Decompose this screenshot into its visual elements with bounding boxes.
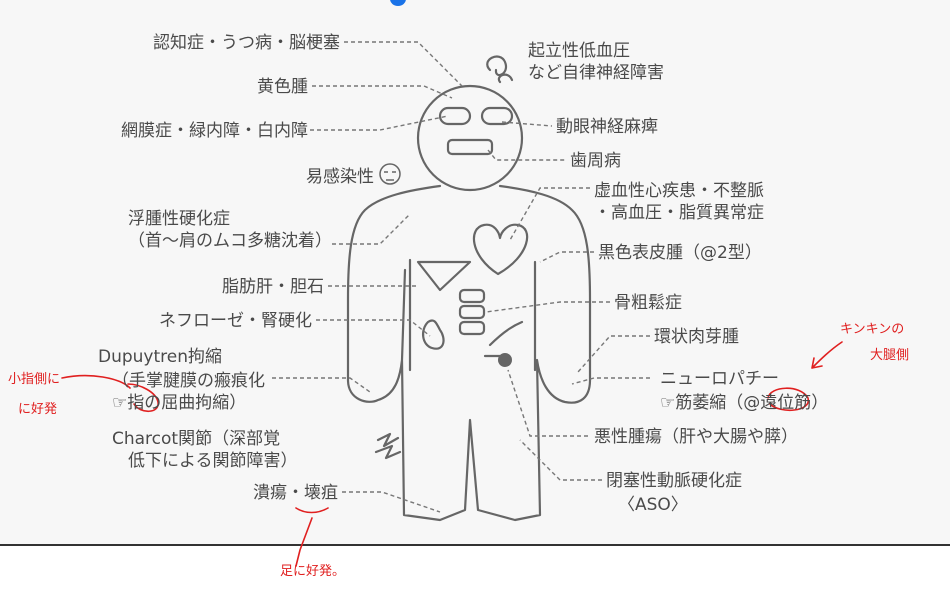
label-scleredema-1: 浮腫性硬化症 — [128, 209, 230, 229]
label-dupuytren-1: Dupuytren拘縮 — [98, 347, 223, 367]
label-charcot-2: 低下による関節障害） — [128, 451, 298, 471]
body-figure — [61, 41, 843, 567]
label-granuloma: 環状肉芽腫 — [654, 327, 739, 347]
label-scleredema-2: （首〜肩のムコ多糖沈着） — [128, 231, 332, 251]
handwritten-little-finger-1: 小指側に — [8, 372, 61, 387]
label-malignancy: 悪性腫瘍（肝や大腸や膵） — [594, 427, 798, 447]
label-infection: 易感染性 — [306, 167, 374, 187]
handwritten-foot: 足に好発。 — [280, 564, 346, 579]
label-cardiac-1: 虚血性心疾患・不整脈 — [594, 181, 764, 201]
label-dementia: 認知症・うつ病・脳梗塞 — [153, 33, 340, 53]
label-aso-2: 〈ASO〉 — [618, 495, 688, 515]
label-orthostatic-2: など自律神経障害 — [528, 63, 664, 83]
pancreas-dot — [498, 353, 512, 367]
sick-face-icon — [379, 163, 401, 185]
label-cardiac-2: ・高血圧・脂質異常症 — [594, 203, 764, 223]
handwritten-proximal-1: キンキンの — [840, 322, 905, 337]
label-oculomotor: 動眼神経麻痺 — [556, 117, 658, 137]
label-liver: 脂肪肝・胆石 — [222, 277, 324, 297]
label-orthostatic-1: 起立性低血圧 — [528, 41, 630, 61]
label-dupuytren-3: ☞指の屈曲拘縮） — [112, 393, 247, 413]
label-nephro: ネフローゼ・腎硬化 — [159, 311, 312, 331]
label-neuropathy-2: ☞筋萎縮（@遠位筋） — [660, 393, 829, 413]
handwritten-little-finger-2: に好発 — [18, 402, 58, 417]
label-acanthosis: 黒色表皮腫（@2型） — [598, 243, 762, 263]
label-periodontal: 歯周病 — [570, 151, 621, 171]
label-osteoporosis: 骨粗鬆症 — [614, 293, 682, 313]
label-ulcer: 潰瘍・壊疽 — [253, 483, 338, 503]
label-eye: 網膜症・緑内障・白内障 — [121, 121, 308, 141]
label-charcot-1: Charcot関節（深部覚 — [112, 429, 281, 449]
label-neuropathy-1: ニューロパチー — [660, 369, 779, 389]
label-dupuytren-2: （手掌腱膜の瘢痕化 — [112, 371, 265, 391]
handwritten-proximal-2: 大腿側 — [870, 348, 910, 363]
label-aso-1: 閉塞性動脈硬化症 — [606, 471, 742, 491]
label-xanthoma: 黄色腫 — [257, 77, 308, 97]
body-outline — [346, 55, 592, 522]
